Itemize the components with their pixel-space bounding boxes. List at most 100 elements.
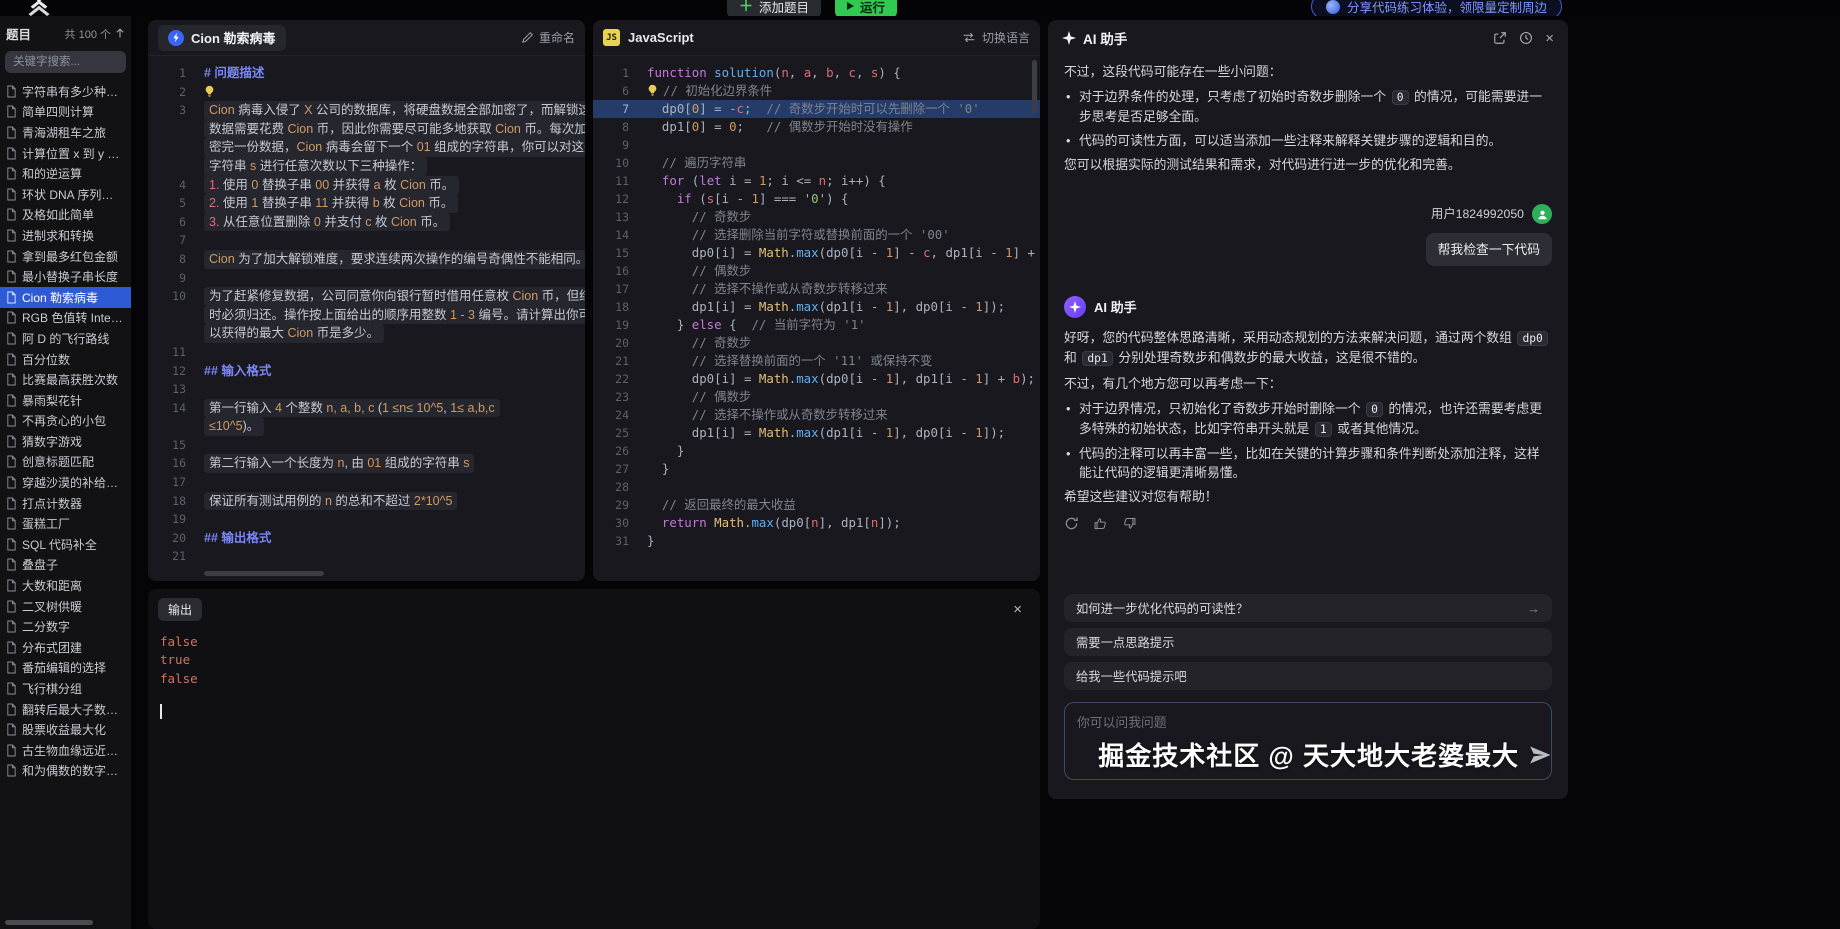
sidebar-item-problem[interactable]: 环状 DNA 序列整理 [0,184,131,205]
code-line[interactable]: 8 dp1[0] = 0; // 偶数步开始时没有操作 [593,118,1040,136]
sidebar-item-problem[interactable]: SQL 代码补全 [0,534,131,555]
description-line[interactable]: 18保证所有测试用例的 n 的总和不超过 2*10^5 [158,492,585,511]
sidebar-item-problem[interactable]: 拿到最多红包金额 [0,246,131,267]
sidebar-item-problem[interactable]: 穿越沙漠的补给次数 [0,472,131,493]
code-line[interactable]: 24 // 选择不操作或从奇数步转移过来 [593,406,1040,424]
sidebar-item-problem[interactable]: 二分数字 [0,616,131,637]
sidebar-item-problem[interactable]: 叠盘子 [0,555,131,576]
description-line[interactable]: 21 [158,547,585,566]
search-input[interactable] [5,51,126,73]
description-line[interactable]: 16第二行输入一个长度为 n, 由 01 组成的字符串 s [158,454,585,473]
sidebar-scrollbar[interactable] [5,920,93,925]
sidebar-item-problem[interactable]: 进制求和转换 [0,225,131,246]
share-campaign-button[interactable]: 分享代码练习体验，领限量定制周边 [1311,0,1562,16]
sidebar-item-problem[interactable]: 飞行棋分组 [0,678,131,699]
code-line[interactable]: 11 for (let i = 1; i <= n; i++) { [593,172,1040,190]
code-line[interactable]: 21 // 选择替换前面的一个 '11' 或保持不变 [593,352,1040,370]
close-ai-panel-icon[interactable]: × [1545,31,1554,46]
description-line[interactable]: 时必须归还。操作按上面给出的顺序用整数 1 - 3 编号。请计算出你可 [158,306,585,325]
code-line[interactable]: 31} [593,532,1040,550]
description-line[interactable]: 13 [158,380,585,399]
description-line[interactable]: 10为了赶紧修复数据，公司同意你向银行暂时借用任意枚 Cion 币，但结束 [158,287,585,306]
code-line[interactable]: 16 // 偶数步 [593,262,1040,280]
export-chat-icon[interactable] [1493,31,1507,45]
sidebar-item-problem[interactable]: 翻转后最大子数组和 [0,699,131,720]
code-line[interactable]: 19 } else { // 当前字符为 '1' [593,316,1040,334]
suggested-prompt[interactable]: 需要一点思路提示 [1064,628,1552,656]
regenerate-icon[interactable] [1064,516,1079,531]
code-line[interactable]: 1function solution(n, a, b, c, s) { [593,64,1040,82]
description-line[interactable]: 41. 使用 0 替换子串 00 并获得 a 枚 Cion 币。 [158,176,585,195]
sidebar-item-problem[interactable]: 计算位置 x 到 y 的... [0,143,131,164]
switch-language-button[interactable]: 切换语言 [962,29,1030,46]
description-line[interactable]: 字符串 s 进行任意次数以下三种操作： [158,157,585,176]
description-line[interactable]: 9 [158,269,585,288]
description-line[interactable]: 12## 输入格式 [158,362,585,381]
code-line[interactable]: 26 } [593,442,1040,460]
code-line[interactable]: 14 // 选择删除当前字符或替换前面的一个 '00' [593,226,1040,244]
sidebar-item-problem[interactable]: 及格如此简单 [0,205,131,226]
code-line[interactable]: 6// 初始化边界条件 [593,82,1040,100]
code-line[interactable]: 28 [593,478,1040,496]
sidebar-item-problem[interactable]: 分布式团建 [0,637,131,658]
description-line[interactable]: 数据需要花费 Cion 币，因此你需要尽可能多地获取 Cion 币。每次加 [158,120,585,139]
code-line[interactable]: 10 // 遍历字符串 [593,154,1040,172]
description-line[interactable]: 52. 使用 1 替换子串 11 并获得 b 枚 Cion 币。 [158,194,585,213]
description-line[interactable]: 14第一行输入 4 个整数 n, a, b, c (1 ≤n≤ 10^5, 1≤… [158,399,585,418]
sidebar-item-problem[interactable]: RGB 色值转 Integer [0,308,131,329]
description-line[interactable]: 17 [158,473,585,492]
sidebar-item-problem[interactable]: 股票收益最大化 [0,719,131,740]
code-line[interactable]: 22 dp0[i] = Math.max(dp0[i - 1], dp1[i -… [593,370,1040,388]
sidebar-item-problem[interactable]: 古生物血缘远近判断 [0,740,131,761]
description-line[interactable]: 20## 输出格式 [158,529,585,548]
code-line[interactable]: 20 // 奇数步 [593,334,1040,352]
sidebar-item-problem[interactable]: 百分位数 [0,349,131,370]
description-body[interactable]: 1# 问题描述23Cion 病毒入侵了 X 公司的数据库，将硬盘数据全部加密了，… [148,56,585,566]
code-line[interactable]: 29 // 返回最终的最大收益 [593,496,1040,514]
thumbs-up-icon[interactable] [1093,516,1108,531]
description-line[interactable]: 以获得的最大 Cion 币是多少。 [158,324,585,343]
editor-vscrollbar[interactable] [1032,60,1037,114]
sidebar-item-problem[interactable]: 字符串有多少种可... [0,81,131,102]
run-button[interactable]: 运行 [835,0,897,16]
sidebar-item-problem[interactable]: 大数和距离 [0,575,131,596]
description-line[interactable]: 3Cion 病毒入侵了 X 公司的数据库，将硬盘数据全部加密了，而解锁这些 [158,101,585,120]
description-hscrollbar[interactable] [204,571,324,576]
description-line[interactable]: 19 [158,510,585,529]
collapse-up-icon[interactable] [115,28,125,39]
code-line[interactable]: 17 // 选择不操作或从奇数步转移过来 [593,280,1040,298]
description-line[interactable]: 15 [158,436,585,455]
code-line[interactable]: 15 dp0[i] = Math.max(dp0[i - 1] - c, dp1… [593,244,1040,262]
description-line[interactable]: 63. 从任意位置删除 0 并支付 c 枚 Cion 币。 [158,213,585,232]
code-line[interactable]: 7 dp0[0] = -c; // 奇数步开始时可以先删除一个 '0' [593,100,1040,118]
history-icon[interactable] [1519,31,1533,45]
code-line[interactable]: 25 dp1[i] = Math.max(dp1[i - 1], dp0[i -… [593,424,1040,442]
description-line[interactable]: 7 [158,231,585,250]
sidebar-item-problem[interactable]: Cion 勒索病毒 [0,287,131,308]
sidebar-item-problem[interactable]: 和的逆运算 [0,163,131,184]
description-line[interactable]: 2 [158,83,585,102]
sidebar-item-problem[interactable]: 比赛最高获胜次数 [0,369,131,390]
code-line[interactable]: 30 return Math.max(dp0[n], dp1[n]); [593,514,1040,532]
code-line[interactable]: 13 // 奇数步 [593,208,1040,226]
code-line[interactable]: 9 [593,136,1040,154]
sidebar-item-problem[interactable]: 二叉树供暖 [0,596,131,617]
add-problem-button[interactable]: ＋ 添加题目 [727,0,821,16]
sidebar-item-problem[interactable]: 打点计数器 [0,493,131,514]
code-line[interactable]: 23 // 偶数步 [593,388,1040,406]
suggested-prompt[interactable]: 给我一些代码提示吧 [1064,662,1552,690]
sidebar-item-problem[interactable]: 猜数字游戏 [0,431,131,452]
sidebar-item-problem[interactable]: 阿 D 的飞行路线 [0,328,131,349]
description-line[interactable]: 8Cion 为了加大解锁难度，要求连续两次操作的编号奇偶性不能相同。 [158,250,585,269]
description-line[interactable]: 11 [158,343,585,362]
sidebar-item-problem[interactable]: 暴雨梨花针 [0,390,131,411]
sidebar-item-problem[interactable]: 不再贪心的小包 [0,411,131,432]
code-line[interactable]: 12 if (s[i - 1] === '0') { [593,190,1040,208]
problem-title-chip[interactable]: Cion 勒索病毒 [158,25,286,51]
chat-input[interactable] [1064,702,1552,780]
rename-button[interactable]: 重命名 [521,29,575,46]
sidebar-item-problem[interactable]: 青海湖租车之旅 [0,122,131,143]
description-line[interactable]: 1# 问题描述 [158,64,585,83]
description-line[interactable]: ≤10^5)。 [158,417,585,436]
description-line[interactable]: 密完一份数据，Cion 病毒会留下一个 01 组成的字符串，你可以对这些 [158,138,585,157]
